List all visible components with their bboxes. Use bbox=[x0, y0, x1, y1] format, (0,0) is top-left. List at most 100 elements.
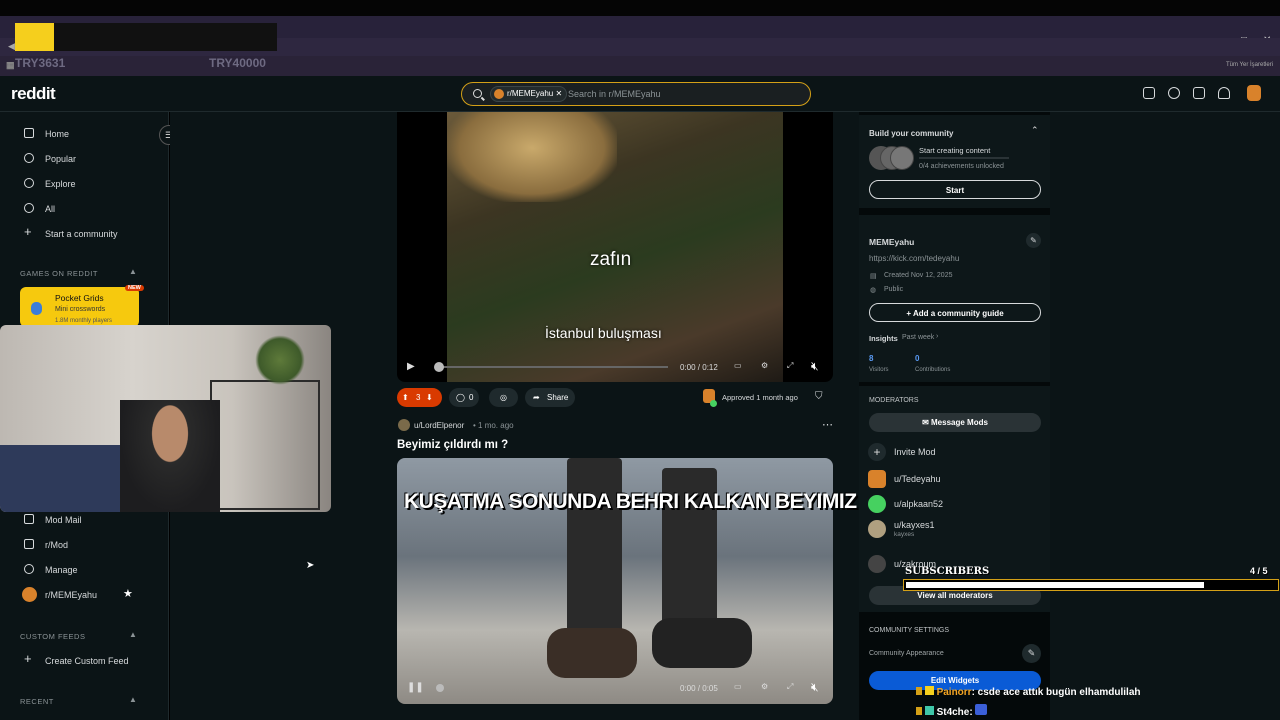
downvote-icon[interactable]: ⬇ bbox=[426, 388, 433, 407]
chevron-right-icon[interactable]: › bbox=[936, 333, 938, 340]
captions-icon[interactable]: ▭ bbox=[734, 682, 742, 691]
badge-icon bbox=[916, 707, 922, 715]
edit-pencil-icon[interactable]: ✎ bbox=[1022, 644, 1041, 663]
post-author[interactable]: u/LordElpenor bbox=[414, 421, 464, 430]
visitors-label: Visitors bbox=[869, 367, 889, 373]
sidebar-item-mod-mail[interactable]: Mod Mail bbox=[0, 510, 168, 532]
edit-pencil-icon[interactable]: ✎ bbox=[1026, 233, 1041, 248]
fullscreen-icon[interactable]: ⤢ bbox=[787, 361, 793, 371]
sidebar-item-home[interactable]: Home bbox=[0, 124, 168, 146]
progress-knob[interactable] bbox=[436, 684, 444, 692]
custom-feeds-title: CUSTOM FEEDS bbox=[20, 632, 86, 641]
mod-item[interactable]: u/alpkaan52 bbox=[868, 493, 1038, 513]
invite-mod[interactable]: + Invite Mod bbox=[868, 441, 1038, 461]
chevron-up-icon[interactable]: ⌃ bbox=[1031, 125, 1039, 136]
shield-icon[interactable]: ⛉ bbox=[815, 391, 823, 402]
author-avatar[interactable] bbox=[398, 419, 410, 431]
chat-line: Painorr: csde ace attık bugün elhamdulil… bbox=[916, 686, 1141, 698]
vote-pill[interactable]: ⬆ 3 ⬇ bbox=[397, 388, 442, 407]
chevron-up-icon[interactable]: ▲ bbox=[129, 630, 137, 639]
comment-icon: ◯ bbox=[456, 393, 465, 402]
all-bookmarks[interactable]: Tüm Yer İşaretleri bbox=[1226, 62, 1273, 68]
apps-grid-icon[interactable]: ▦ bbox=[6, 60, 15, 71]
add-guide-button[interactable]: + Add a community guide bbox=[869, 303, 1041, 322]
captions-icon[interactable]: ▭ bbox=[734, 361, 742, 370]
contributions-count: 0 bbox=[915, 354, 920, 363]
mod-flair: kayxes bbox=[894, 531, 915, 538]
reddit-logo[interactable]: reddit bbox=[11, 84, 56, 104]
search-community-chip[interactable]: r/MEMEyahu ✕ bbox=[490, 86, 568, 102]
notification-bell-icon[interactable] bbox=[1218, 87, 1230, 99]
sidebar-item-all[interactable]: All bbox=[0, 199, 168, 221]
mute-icon[interactable]: 🔇︎ bbox=[811, 359, 819, 374]
mod-name: u/alpkaan52 bbox=[894, 499, 944, 509]
achievement-badge bbox=[890, 146, 914, 170]
sidebar-item-label: Create Custom Feed bbox=[45, 656, 129, 666]
play-icon[interactable]: ▶ bbox=[407, 361, 415, 372]
game-players: 1.8M monthly players bbox=[55, 318, 113, 324]
build-task: Start creating content bbox=[919, 146, 991, 155]
community-avatar bbox=[22, 587, 37, 602]
pause-icon[interactable]: ❚❚ bbox=[407, 682, 424, 693]
video-progress[interactable] bbox=[434, 362, 668, 372]
post-video-player[interactable] bbox=[397, 112, 833, 382]
video-hat-shape bbox=[447, 112, 617, 202]
sidebar-item-manage[interactable]: Manage bbox=[0, 560, 168, 582]
sidebar-item-rmemeyahu[interactable]: r/MEMEyahu ★ bbox=[0, 585, 168, 607]
webcam-shelf bbox=[210, 380, 320, 510]
back-icon[interactable]: ◀ bbox=[8, 41, 15, 52]
create-custom-feed[interactable]: + Create Custom Feed bbox=[0, 651, 168, 673]
sidebar-item-label: Start a community bbox=[45, 229, 118, 239]
chat-icon[interactable] bbox=[1168, 87, 1180, 99]
webcam-plant bbox=[255, 335, 305, 385]
settings-icon[interactable]: ⚙ bbox=[761, 361, 768, 370]
user-avatar[interactable] bbox=[1247, 85, 1261, 101]
comments-button[interactable]: ◯ 0 bbox=[449, 388, 479, 407]
video2-time: 0:00 / 0:05 bbox=[680, 684, 718, 693]
insights-title: Insights bbox=[869, 334, 898, 343]
pocket-grids-card[interactable]: Pocket Grids Mini crosswords 1.8M monthl… bbox=[20, 285, 144, 327]
sidebar-item-rmod[interactable]: r/Mod bbox=[0, 535, 168, 557]
chevron-up-icon[interactable]: ▲ bbox=[129, 695, 137, 704]
webcam-person bbox=[120, 400, 220, 512]
favorite-star-icon[interactable]: ★ bbox=[123, 587, 133, 600]
share-button[interactable]: ➦ Share bbox=[525, 388, 575, 407]
settings-icon[interactable]: ⚙ bbox=[761, 682, 768, 691]
sidebar-item-popular[interactable]: Popular bbox=[0, 149, 168, 171]
redaction-black bbox=[54, 23, 277, 51]
chevron-up-icon[interactable]: ▲ bbox=[129, 267, 137, 276]
sidebar-item-explore[interactable]: Explore bbox=[0, 174, 168, 196]
video-caption-bottom: İstanbul buluşması bbox=[545, 325, 662, 341]
upvote-icon[interactable]: ⬆ bbox=[402, 388, 409, 407]
sidebar-item-label: Mod Mail bbox=[45, 515, 82, 525]
message-mods-button[interactable]: ✉ Message Mods bbox=[869, 413, 1041, 432]
start-button[interactable]: Start bbox=[869, 180, 1041, 199]
mod-item[interactable]: u/kayxes1 kayxes bbox=[868, 518, 1038, 538]
invite-mod-label: Invite Mod bbox=[894, 447, 936, 457]
community-link[interactable]: https://kick.com/tedeyahu bbox=[869, 254, 959, 263]
bookmark-left[interactable]: TRY3631 bbox=[15, 56, 65, 70]
search-input[interactable]: r/MEMEyahu ✕ Search in r/MEMEyahu bbox=[461, 82, 811, 106]
award-button[interactable]: ◎ bbox=[489, 388, 518, 407]
explore-icon bbox=[24, 178, 34, 188]
progress-knob[interactable] bbox=[434, 362, 444, 372]
bookmark-mid[interactable]: TRY40000 bbox=[209, 56, 266, 70]
search-icon bbox=[473, 89, 482, 98]
popular-icon bbox=[24, 153, 34, 163]
insights-period[interactable]: Past week bbox=[902, 334, 934, 341]
badge-icon bbox=[924, 686, 934, 695]
fullscreen-icon[interactable]: ⤢ bbox=[787, 682, 793, 692]
ads-icon[interactable] bbox=[1143, 87, 1155, 99]
mouse-cursor-icon: ➤ bbox=[306, 560, 315, 571]
sidebar-item-start-community[interactable]: + Start a community bbox=[0, 224, 168, 246]
create-post-icon[interactable] bbox=[1193, 87, 1205, 99]
mute-icon[interactable]: 🔇︎ bbox=[811, 680, 819, 695]
mail-icon: ✉ bbox=[922, 418, 932, 427]
mod-item[interactable]: u/Tedeyahu bbox=[868, 468, 1038, 488]
redaction-yellow bbox=[15, 23, 54, 51]
chat-line: St4che: bbox=[916, 704, 988, 718]
community-appearance[interactable]: Community Appearance bbox=[869, 650, 944, 657]
post-title[interactable]: Beyimiz çıldırdı mı ? bbox=[397, 439, 508, 451]
bookmarks-bar: ▦ TRY3631 TRY40000 Tüm Yer İşaretleri bbox=[0, 56, 1280, 76]
more-options-icon[interactable]: ⋯ bbox=[822, 418, 833, 431]
